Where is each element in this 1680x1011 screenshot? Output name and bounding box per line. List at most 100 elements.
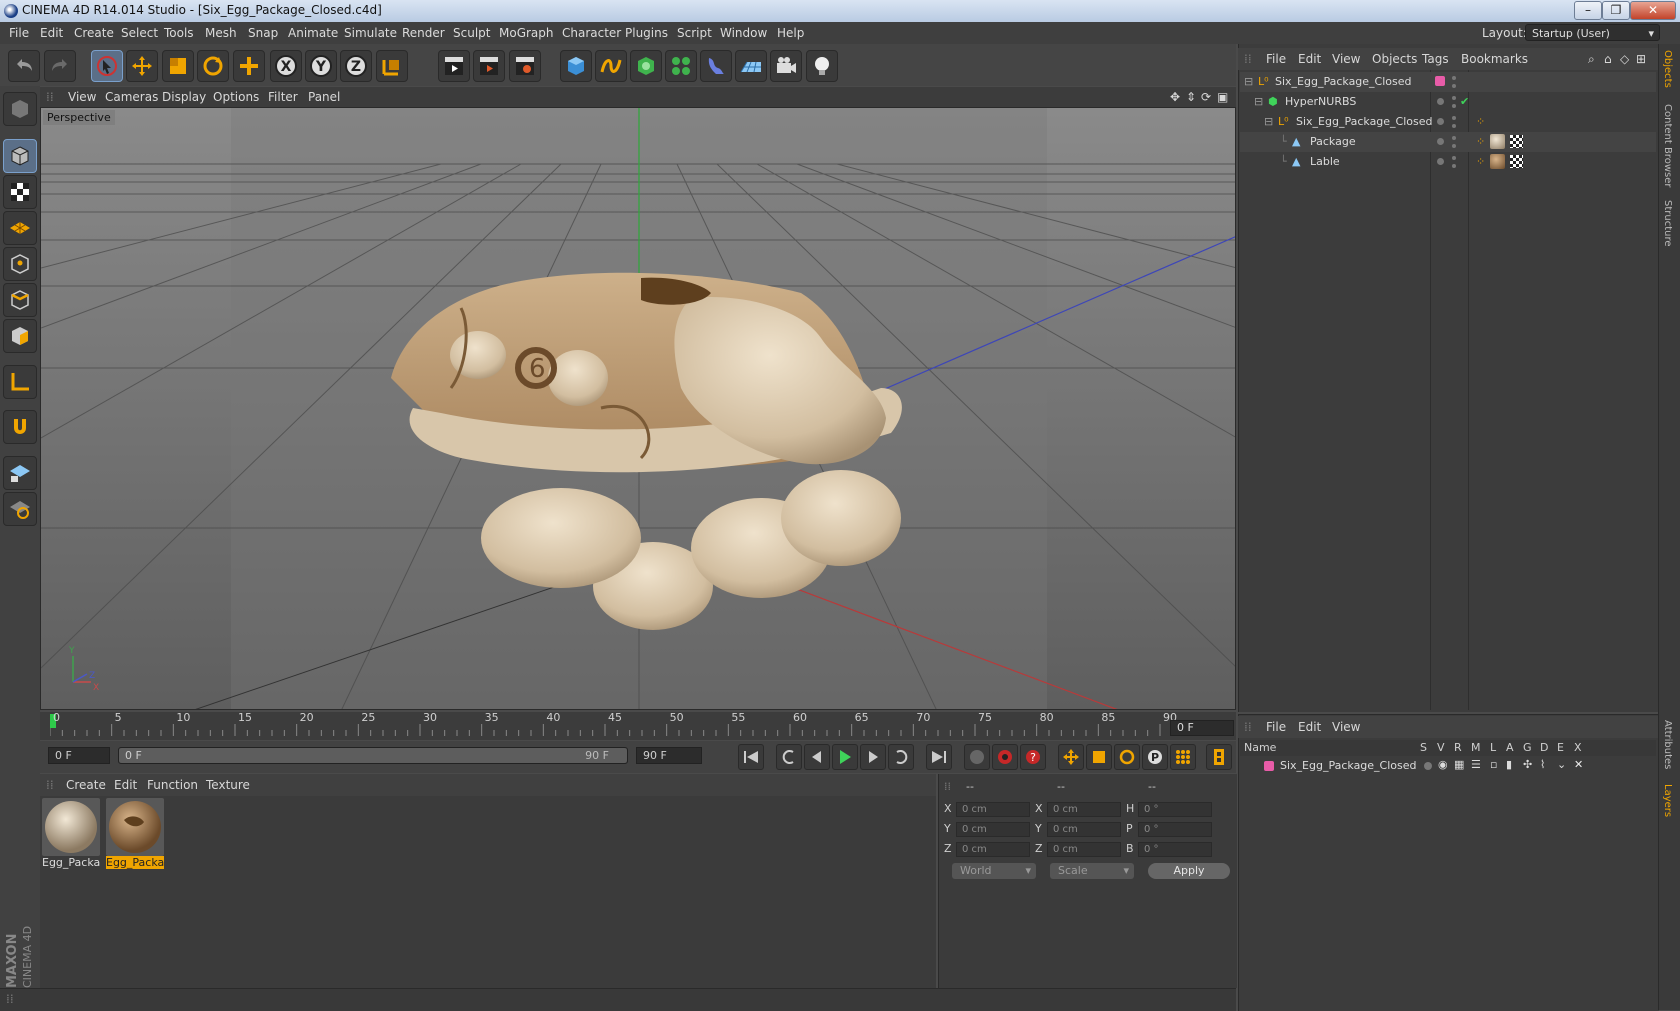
render-visibility-dot[interactable] [1452, 104, 1456, 108]
object-menu-view[interactable]: View [1332, 52, 1360, 66]
zoom-view-icon[interactable]: ⇕ [1186, 90, 1196, 104]
add-camera-button[interactable] [770, 50, 802, 82]
object-menu-bookmarks[interactable]: Bookmarks [1461, 52, 1528, 66]
manager-icon[interactable]: ☰ [1471, 758, 1481, 771]
z-axis-lock-button[interactable]: Z [340, 50, 372, 82]
expression-icon[interactable]: ⌄ [1557, 758, 1566, 771]
menu-mesh[interactable]: Mesh [205, 26, 237, 40]
edges-mode-button[interactable] [3, 283, 37, 317]
next-frame-button[interactable] [860, 744, 886, 770]
coordinate-mode-dropdown[interactable]: World ▾ [952, 863, 1036, 879]
add-mograph-button[interactable] [665, 50, 697, 82]
key-pla-button[interactable] [1170, 744, 1196, 770]
material-tag-icon[interactable] [1490, 134, 1505, 149]
previous-key-button[interactable] [776, 744, 802, 770]
viewport-menu-panel[interactable]: Panel [308, 90, 340, 104]
menu-character[interactable]: Character [562, 26, 621, 40]
deformer-icon[interactable]: ⌇ [1540, 758, 1545, 771]
minimize-button[interactable]: – [1574, 1, 1602, 20]
render-visibility-dot[interactable] [1452, 144, 1456, 148]
snap-button[interactable] [3, 410, 37, 444]
menu-edit[interactable]: Edit [40, 26, 63, 40]
render-visibility-dot[interactable] [1452, 124, 1456, 128]
redo-button[interactable] [44, 50, 76, 82]
material-menu-create[interactable]: Create [66, 778, 106, 792]
viewport-menu-display[interactable]: Display [162, 90, 206, 104]
render-settings-button[interactable] [509, 50, 541, 82]
move-tool-button[interactable] [126, 50, 158, 82]
material-menu-function[interactable]: Function [147, 778, 198, 792]
layer-header-animation[interactable]: A [1506, 741, 1514, 754]
next-key-button[interactable] [888, 744, 914, 770]
render-visibility-dot[interactable] [1452, 164, 1456, 168]
tab-structure[interactable]: Structure [1662, 200, 1673, 247]
coord-value-field[interactable]: 0 cm [1047, 802, 1121, 817]
menu-simulate[interactable]: Simulate [344, 26, 397, 40]
layer-header-xref[interactable]: X [1574, 741, 1582, 754]
layer-header-locked[interactable]: L [1490, 741, 1496, 754]
menu-snap[interactable]: Snap [248, 26, 278, 40]
material-item[interactable]: Egg_Packa [42, 798, 100, 870]
menu-window[interactable]: Window [720, 26, 767, 40]
coord-value-field[interactable]: 0 ° [1138, 802, 1212, 817]
polygons-mode-button[interactable] [3, 319, 37, 353]
maximize-button[interactable]: ❐ [1602, 1, 1630, 20]
lock-workplane-button[interactable] [3, 456, 37, 490]
last-tool-button[interactable] [233, 50, 265, 82]
expand-icon[interactable]: ⊟ [1244, 75, 1253, 88]
y-axis-lock-button[interactable]: Y [305, 50, 337, 82]
solo-dot[interactable] [1424, 762, 1432, 770]
object-row[interactable]: ⊟ L⁰ Six_Egg_Package_Closed ⁘ [1240, 112, 1656, 132]
new-window-icon[interactable]: ⊞ [1636, 52, 1646, 66]
timeline-button[interactable] [1206, 744, 1232, 770]
editor-visibility-dot[interactable] [1452, 156, 1456, 160]
editor-visibility-dot[interactable] [1452, 136, 1456, 140]
workplane-mode-button[interactable] [3, 211, 37, 245]
maximize-view-icon[interactable]: ▣ [1217, 90, 1228, 104]
editor-visibility-dot[interactable] [1452, 96, 1456, 100]
menu-file[interactable]: File [9, 26, 29, 40]
layer-header-view[interactable]: V [1437, 741, 1445, 754]
uvw-tag-icon[interactable] [1510, 135, 1523, 148]
rotate-tool-button[interactable] [197, 50, 229, 82]
undo-button[interactable] [8, 50, 40, 82]
object-row[interactable]: ⊟ L⁰ Six_Egg_Package_Closed [1240, 72, 1656, 92]
record-keyframes-button[interactable] [964, 744, 990, 770]
layer-header-deformers[interactable]: D [1540, 741, 1548, 754]
live-selection-button[interactable] [91, 50, 123, 82]
model-mode-button[interactable] [3, 139, 37, 173]
rotate-view-icon[interactable]: ⟳ [1201, 90, 1211, 104]
phong-tag-icon[interactable]: ⁘ [1476, 155, 1485, 168]
coord-value-field[interactable]: 0 ° [1138, 822, 1212, 837]
end-frame-field[interactable]: 90 F [636, 747, 702, 764]
menu-tools[interactable]: Tools [164, 26, 194, 40]
film-icon[interactable]: ▮ [1506, 758, 1512, 771]
viewport-menu-view[interactable]: View [68, 90, 96, 104]
expand-icon[interactable]: ⊟ [1254, 95, 1263, 108]
axis-mode-button[interactable] [3, 365, 37, 399]
search-icon[interactable]: ⌕ [1588, 52, 1595, 67]
go-to-end-button[interactable] [926, 744, 952, 770]
add-nurbs-button[interactable] [630, 50, 662, 82]
texture-mode-button[interactable] [3, 175, 37, 209]
menu-create[interactable]: Create [74, 26, 114, 40]
add-light-button[interactable] [806, 50, 838, 82]
object-menu-edit[interactable]: Edit [1298, 52, 1321, 66]
play-button[interactable] [832, 744, 858, 770]
menu-render[interactable]: Render [402, 26, 445, 40]
layer-menu-file[interactable]: File [1266, 720, 1286, 734]
material-menu-texture[interactable]: Texture [206, 778, 250, 792]
object-menu-tags[interactable]: Tags [1422, 52, 1449, 66]
viewport-menu-cameras[interactable]: Cameras [105, 90, 158, 104]
tab-objects[interactable]: Objects [1662, 50, 1673, 88]
layer-menu-edit[interactable]: Edit [1298, 720, 1321, 734]
tab-attributes[interactable]: Attributes [1662, 720, 1673, 769]
object-menu-objects[interactable]: Objects [1372, 52, 1417, 66]
add-deformer-button[interactable] [700, 50, 732, 82]
scale-mode-dropdown[interactable]: Scale ▾ [1050, 863, 1134, 879]
layer-menu-view[interactable]: View [1332, 720, 1360, 734]
key-rotation-button[interactable] [1114, 744, 1140, 770]
add-cube-button[interactable] [560, 50, 592, 82]
visibility-dot[interactable] [1437, 158, 1444, 165]
object-row[interactable]: ⊟ ⬢ HyperNURBS ✔ [1240, 92, 1656, 112]
